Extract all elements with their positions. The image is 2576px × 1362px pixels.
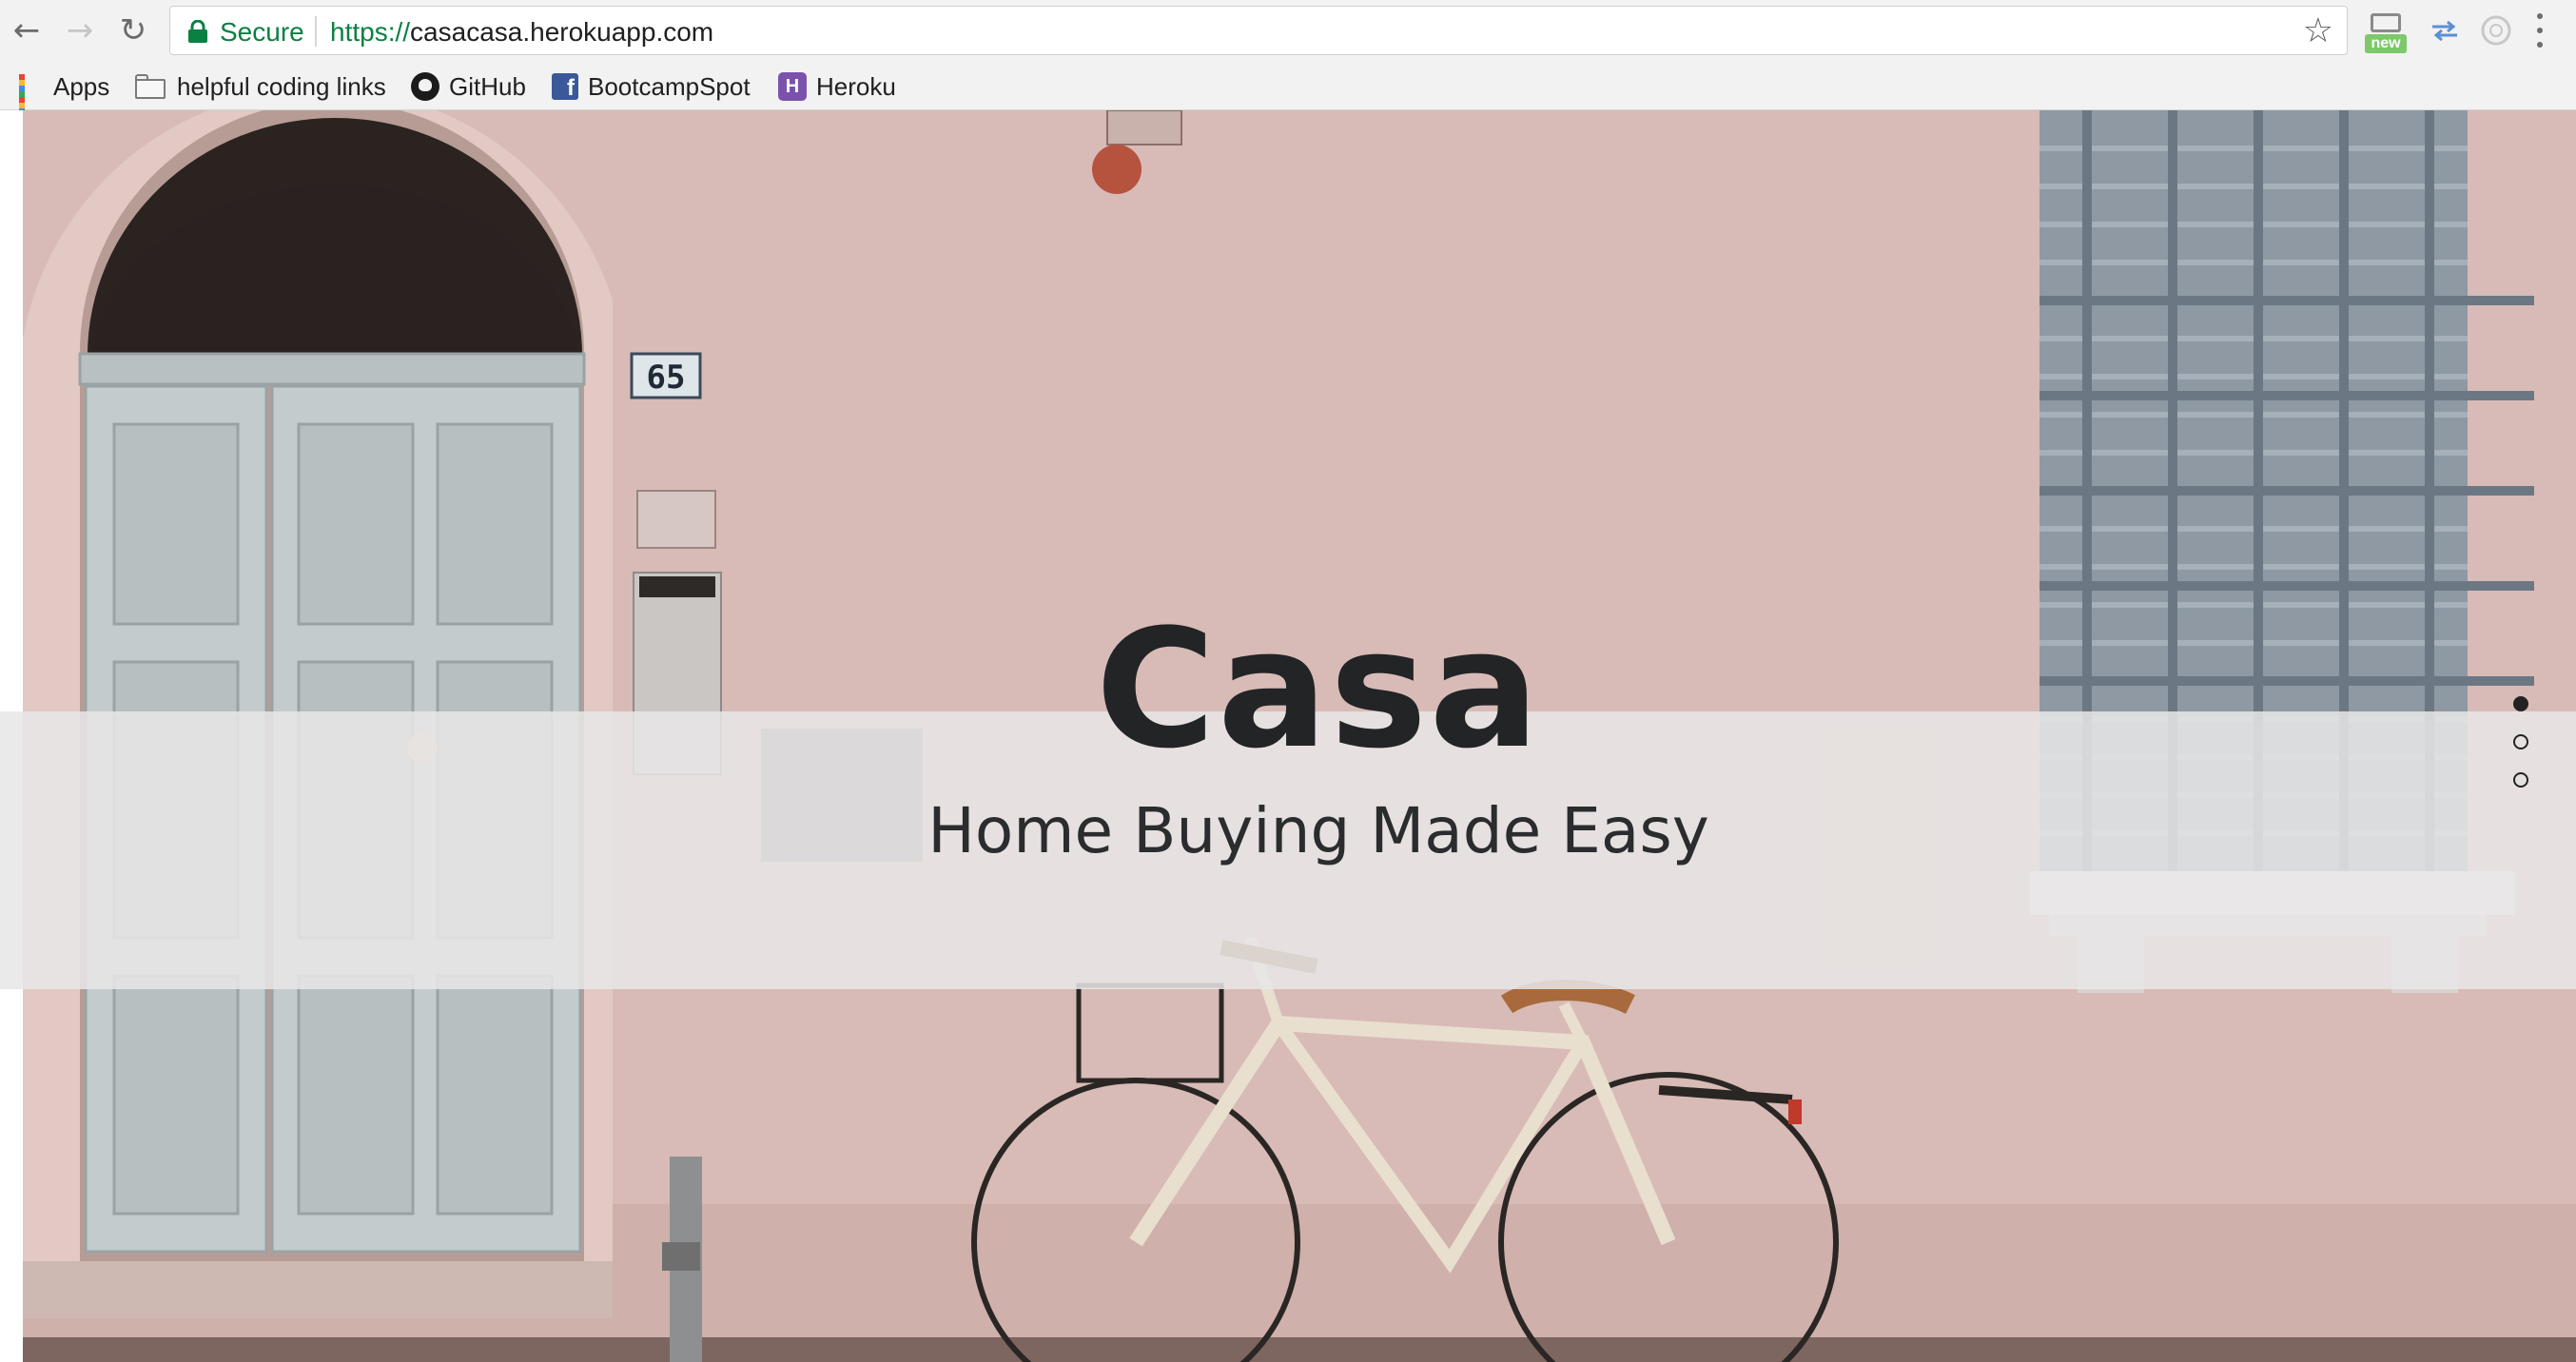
browser-toolbar: ← → ↻ Secure https://casacasa.herokuapp.…	[0, 0, 2576, 63]
bookmark-label: BootcampSpot	[588, 71, 751, 101]
lock-icon	[188, 20, 207, 43]
house-number-plate: 65	[630, 352, 702, 399]
bookmarks-bar: Apps helpful coding links GitHub f Bootc…	[0, 63, 2576, 126]
hero-title: Casa	[1095, 593, 1542, 785]
bookmark-helpful-coding-links[interactable]: helpful coding links	[135, 68, 386, 105]
hero-subtitle: Home Buying Made Easy	[927, 794, 1709, 867]
bookmark-apps[interactable]: Apps	[19, 68, 110, 126]
bookmark-label: Heroku	[816, 71, 896, 101]
facebook-icon: f	[552, 73, 578, 100]
reload-icon[interactable]: ↻	[114, 11, 152, 49]
carousel-dot-1[interactable]	[2513, 696, 2528, 711]
bookmark-label: Apps	[53, 71, 110, 101]
folder-icon	[135, 74, 167, 99]
carousel-dot-3[interactable]	[2513, 772, 2528, 788]
url-text[interactable]: https://casacasa.herokuapp.com	[330, 17, 713, 48]
carousel-indicators	[2509, 691, 2532, 788]
svg-text:65: 65	[647, 359, 686, 397]
carousel-dot-2[interactable]	[2513, 734, 2528, 749]
address-bar[interactable]: Secure https://casacasa.herokuapp.com ☆	[169, 6, 2348, 55]
new-badge: new	[2365, 34, 2407, 53]
secure-label: Secure	[220, 17, 304, 47]
apps-grid-icon	[19, 74, 44, 126]
swap-arrows-icon[interactable]	[2426, 11, 2464, 49]
extension-circle-icon[interactable]	[2477, 11, 2515, 49]
back-arrow-icon[interactable]: ←	[8, 11, 46, 49]
screen-capture-icon	[2371, 13, 2401, 32]
extension-new-icon[interactable]: new	[2365, 13, 2407, 53]
github-icon	[411, 72, 439, 101]
url-host: casacasa.herokuapp.com	[410, 17, 714, 47]
omnibox-divider	[315, 16, 317, 47]
bookmark-heroku[interactable]: H Heroku	[778, 68, 896, 105]
bookmark-bootcampspot[interactable]: f BootcampSpot	[552, 68, 751, 105]
forward-arrow-icon[interactable]: →	[61, 11, 99, 49]
bookmark-github[interactable]: GitHub	[411, 68, 526, 105]
url-scheme: https://	[330, 17, 411, 47]
bookmark-label: helpful coding links	[177, 71, 386, 101]
more-menu-icon[interactable]	[2534, 13, 2546, 48]
heroku-icon: H	[778, 72, 807, 101]
bookmark-star-icon[interactable]: ☆	[2303, 11, 2333, 50]
bookmark-label: GitHub	[449, 71, 526, 101]
